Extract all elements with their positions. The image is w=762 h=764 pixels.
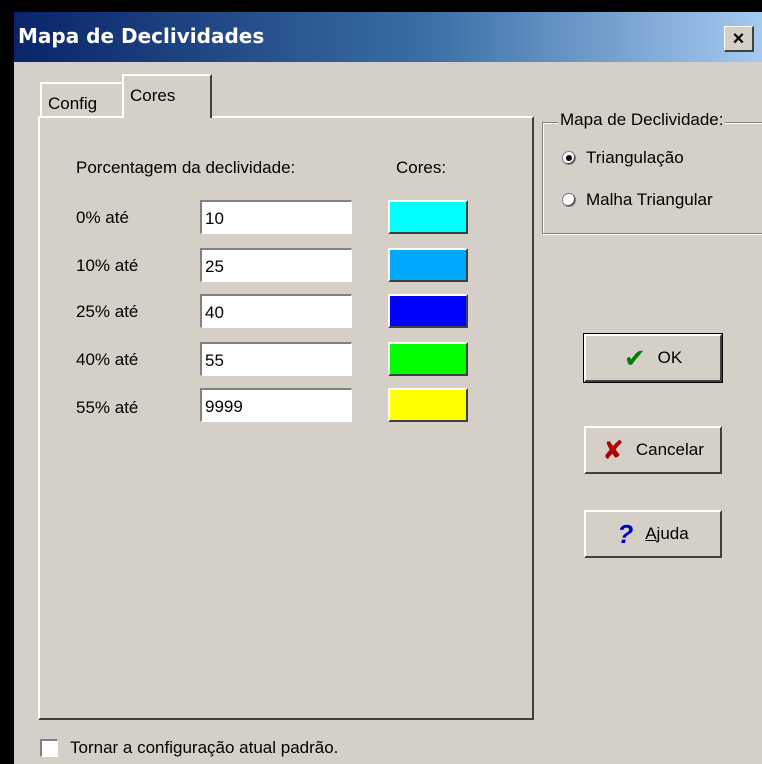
tab-cores[interactable]: Cores (122, 74, 212, 118)
radio-malha-triangular-dot[interactable] (562, 193, 576, 207)
help-button[interactable]: ? Ajuda (584, 510, 722, 558)
slope-map-group-title: Mapa de Declividade: (558, 110, 726, 130)
range-input-2[interactable] (200, 294, 352, 328)
tab-cores-label: Cores (130, 86, 176, 105)
x-icon: ✘ (602, 435, 624, 465)
radio-triangulacao[interactable]: Triangulação (562, 148, 684, 168)
range-label-3: 40% até (76, 350, 139, 369)
help-button-label: Ajuda (645, 524, 689, 543)
tab-cores-join (124, 116, 210, 120)
range-input-4[interactable] (200, 388, 352, 422)
tab-config-label: Config (48, 94, 98, 113)
colors-column-header: Cores: (396, 158, 447, 177)
radio-triangulacao-label: Triangulação (586, 148, 684, 167)
close-icon: × (732, 27, 745, 50)
dialog-window: Mapa de Declividades × Config Cores Porc… (14, 12, 762, 764)
range-input-1[interactable] (200, 248, 352, 282)
slope-map-groupbox (542, 122, 762, 234)
radio-malha-triangular-label: Malha Triangular (586, 190, 713, 209)
check-icon: ✔ (623, 343, 646, 373)
default-config-checkbox-row[interactable]: Tornar a configuração atual padrão. (40, 738, 338, 758)
title-bar: Mapa de Declividades × (14, 12, 762, 62)
window-title: Mapa de Declividades (18, 24, 265, 48)
radio-malha-triangular[interactable]: Malha Triangular (562, 190, 713, 210)
color-swatch-0[interactable] (388, 200, 468, 234)
percent-column-header: Porcentagem da declividade: (76, 158, 296, 177)
color-swatch-1[interactable] (388, 248, 468, 282)
cancel-button-label: Cancelar (635, 440, 704, 459)
color-swatch-3[interactable] (388, 342, 468, 376)
close-button[interactable]: × (724, 26, 754, 52)
cores-tab-panel: Porcentagem da declividade: Cores: 0% at… (38, 116, 534, 720)
color-swatch-4[interactable] (388, 388, 468, 422)
ok-button[interactable]: ✔ OK (583, 333, 723, 383)
color-swatch-2[interactable] (388, 294, 468, 328)
ok-button-label: OK (657, 348, 683, 367)
range-label-0: 0% até (76, 208, 129, 227)
range-input-3[interactable] (200, 342, 352, 376)
range-input-0[interactable] (200, 200, 352, 234)
range-label-1: 10% até (76, 256, 139, 275)
default-config-checkbox[interactable] (40, 739, 58, 757)
question-icon: ? (617, 519, 634, 549)
tab-config[interactable]: Config (40, 82, 124, 116)
range-label-4: 55% até (76, 398, 139, 417)
cancel-button[interactable]: ✘ Cancelar (584, 426, 722, 474)
default-config-checkbox-label: Tornar a configuração atual padrão. (70, 738, 339, 757)
radio-triangulacao-dot[interactable] (562, 151, 576, 165)
range-label-2: 25% até (76, 302, 139, 321)
